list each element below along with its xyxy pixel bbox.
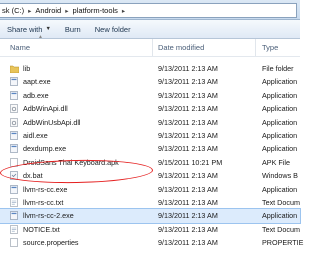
file-name: source.properties: [23, 238, 79, 248]
address-bar: sk (C:) ▸ Android ▸ platform-tools ▸: [0, 0, 300, 20]
file-row[interactable]: source.properties 9/13/2011 2:13 AM PROPER…: [0, 236, 304, 249]
file-list: lib 9/13/2011 2:13 AM File folder aapt.exe 9…: [0, 62, 304, 249]
file-name: llvm-rs-cc.txt: [23, 197, 64, 207]
exe-icon: [10, 184, 18, 194]
breadcrumb[interactable]: sk (C:) ▸ Android ▸ platform-tools ▸: [0, 3, 297, 18]
file-row[interactable]: AdbWinApi.dll 9/13/2011 2:13 AM Applicatio…: [0, 102, 300, 115]
file-type: Application: [262, 117, 298, 127]
file-row[interactable]: dexdump.exe 9/13/2011 2:13 AM Application: [0, 142, 300, 155]
file-date-modified: 9/13/2011 2:13 AM: [158, 211, 218, 221]
file-name: AdbWinApi.dll: [23, 104, 68, 114]
file-date-modified: 9/15/2011 10:21 PM: [158, 157, 223, 167]
chevron-down-icon: ▼: [45, 26, 51, 32]
file-row[interactable]: llvm-rs-cc-2.exe 9/13/2011 2:13 AM Applica…: [0, 208, 301, 224]
breadcrumb-item-android[interactable]: Android: [33, 6, 63, 15]
column-header: ▲ Name Date modified Type: [0, 34, 300, 57]
column-divider[interactable]: [255, 39, 256, 56]
file-row[interactable]: aapt.exe 9/13/2011 2:13 AM Application: [0, 75, 300, 88]
file-date-modified: 9/13/2011 2:13 AM: [158, 184, 218, 194]
file-type: Application: [262, 104, 298, 114]
dll-icon: [10, 117, 18, 127]
txt-icon: [10, 224, 18, 234]
file-name: NOTICE.txt: [23, 224, 60, 234]
file-name: aidl.exe: [23, 130, 48, 140]
exe-icon: [10, 144, 18, 154]
file-date-modified: 9/13/2011 2:13 AM: [158, 197, 218, 207]
file-date-modified: 9/13/2011 2:13 AM: [158, 117, 218, 127]
file-name: adb.exe: [23, 90, 49, 100]
file-date-modified: 9/13/2011 2:13 AM: [158, 144, 218, 154]
file-row[interactable]: adb.exe 9/13/2011 2:13 AM Application: [0, 89, 300, 102]
file-type: Application: [262, 90, 298, 100]
file-date-modified: 9/13/2011 2:13 AM: [158, 77, 218, 87]
file-type: Application: [262, 184, 298, 194]
burn-button[interactable]: Burn: [58, 20, 88, 38]
column-divider[interactable]: [152, 39, 153, 56]
burn-label: Burn: [64, 24, 81, 34]
breadcrumb-item-platform-tools[interactable]: platform-tools: [70, 6, 119, 15]
file-name: llvm-rs-cc-2.exe: [23, 211, 74, 221]
file-type: Windows B: [262, 171, 298, 181]
file-name: lib: [23, 64, 31, 73]
file-name: llvm-rs-cc.exe: [23, 184, 68, 194]
exe-icon: [10, 131, 18, 140]
file-date-modified: 9/13/2011 2:13 AM: [158, 90, 218, 100]
file-date-modified: 9/13/2011 2:13 AM: [158, 171, 218, 181]
breadcrumb-separator-icon[interactable]: ▸: [26, 7, 33, 15]
file-type: Application: [262, 77, 298, 87]
file-date-modified: 9/13/2011 2:13 AM: [158, 224, 218, 234]
file-date-modified: 9/13/2011 2:13 AM: [158, 104, 218, 114]
share-with-label: Share with: [7, 24, 43, 34]
folder-icon: [9, 64, 20, 74]
exe-icon: [10, 211, 18, 221]
column-type[interactable]: Type: [262, 39, 278, 56]
file-type: Application: [262, 144, 298, 154]
properties-icon: [10, 238, 18, 247]
exe-icon: [10, 77, 18, 87]
file-type: Text Docum: [262, 224, 300, 234]
file-name: aapt.exe: [23, 77, 51, 87]
column-date-modified[interactable]: Date modified: [158, 39, 204, 56]
file-date-modified: 9/13/2011 2:13 AM: [158, 64, 218, 73]
file-date-modified: 9/13/2011 2:13 AM: [158, 130, 218, 140]
breadcrumb-separator-icon[interactable]: ▸: [63, 7, 70, 15]
breadcrumb-separator-icon[interactable]: ▸: [120, 7, 127, 15]
file-name: AdbWinUsbApi.dll: [23, 117, 81, 127]
file-row[interactable]: aidl.exe 9/13/2011 2:13 AM Application: [0, 129, 300, 142]
share-with-button[interactable]: Share with ▼: [0, 20, 58, 38]
new-folder-label: New folder: [94, 24, 131, 34]
file-type: Application: [262, 130, 298, 140]
command-toolbar: Share with ▼ Burn New folder: [0, 20, 300, 39]
new-folder-button[interactable]: New folder: [88, 20, 138, 38]
dll-icon: [10, 104, 18, 113]
txt-icon: [10, 198, 18, 207]
exe-icon: [10, 90, 18, 100]
file-row[interactable]: llvm-rs-cc.txt 9/13/2011 2:13 AM Text Docu…: [0, 196, 300, 209]
breadcrumb-item-drive[interactable]: sk (C:): [0, 6, 26, 15]
column-name[interactable]: Name: [10, 39, 30, 56]
file-type: PROPERTIE: [262, 238, 304, 248]
file-row[interactable]: AdbWinUsbApi.dll 9/13/2011 2:13 AM Applica…: [0, 116, 300, 129]
file-date-modified: 9/13/2011 2:13 AM: [158, 238, 218, 248]
file-row[interactable]: NOTICE.txt 9/13/2011 2:13 AM Text Docum: [0, 223, 300, 236]
file-type: APK File: [262, 157, 290, 167]
sort-arrow-icon: ▲: [38, 34, 43, 40]
file-type: File folder: [262, 64, 294, 73]
file-row[interactable]: llvm-rs-cc.exe 9/13/2011 2:13 AM Applicati…: [0, 183, 300, 196]
file-type: Text Docum: [262, 197, 300, 207]
file-type: Application: [262, 211, 298, 221]
file-name: dexdump.exe: [23, 144, 67, 154]
file-row[interactable]: lib 9/13/2011 2:13 AM File folder: [0, 62, 300, 75]
